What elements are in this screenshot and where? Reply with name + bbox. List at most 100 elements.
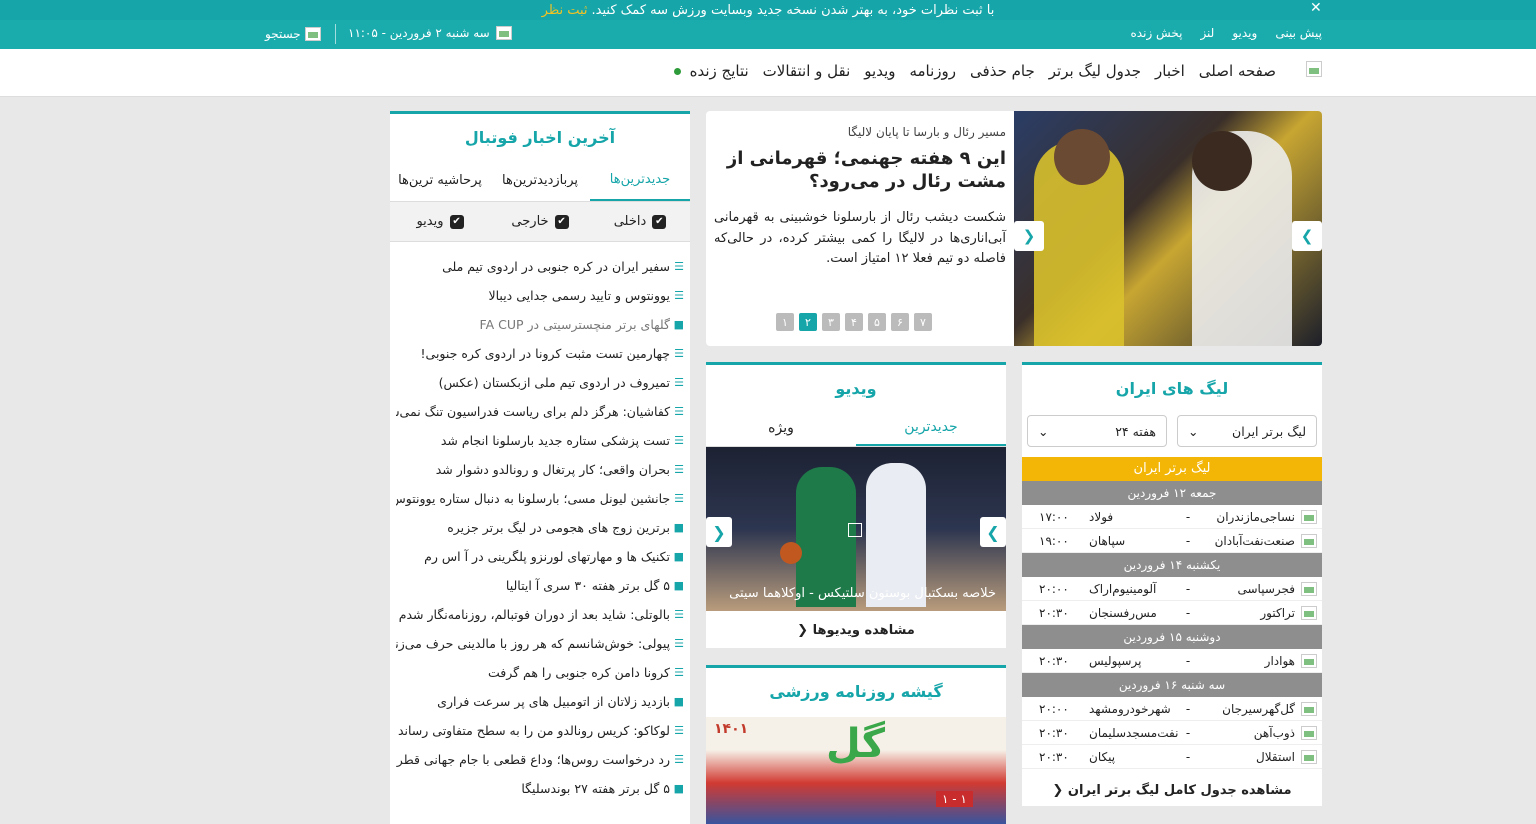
pager-dot[interactable]: ۶ bbox=[891, 313, 909, 331]
newspaper-panel-title: گیشه روزنامه ورزشی bbox=[769, 682, 943, 701]
news-list-item[interactable]: ☰ پیولی: خوش‌شانسم که هر روز با مالدینی ح… bbox=[396, 629, 684, 658]
nav-item-newspaper[interactable]: روزنامه bbox=[909, 62, 956, 80]
chevron-left-icon: ❮ bbox=[1052, 783, 1064, 798]
top-link-live[interactable]: پخش زنده bbox=[1131, 26, 1183, 40]
nav-item-video[interactable]: ویدیو bbox=[864, 62, 895, 80]
news-list-item[interactable]: ☰ جانشین لیونل مسی؛ بارسلونا به دنبال ستا… bbox=[396, 484, 684, 513]
news-list-item[interactable]: ☰ بحران واقعی؛ کار پرتغال و رونالدو دشوار… bbox=[396, 455, 684, 484]
week-select[interactable]: هفته ۲۴ ⌄ bbox=[1027, 415, 1167, 447]
news-list-item[interactable]: ☰ تست پزشکی ستاره جدید بارسلونا انجام شد bbox=[396, 426, 684, 455]
week-select-value: هفته ۲۴ bbox=[1115, 423, 1156, 439]
date-text: سه شنبه ۲ فروردین - ۱۱:۰۵ bbox=[348, 26, 490, 40]
checkbox-checked-icon[interactable]: ✔ bbox=[554, 214, 569, 229]
featured-photo[interactable]: ❯ ❮ bbox=[1014, 111, 1322, 346]
fixture-row[interactable]: گل‌گهرسیرجان - شهرخودرومشهد ۲۰:۰۰ bbox=[1022, 697, 1322, 721]
all-videos-link[interactable]: مشاهده ویدیوها ❮ bbox=[706, 611, 1006, 638]
video-next-button[interactable]: ❯ bbox=[980, 517, 1006, 547]
top-link-video[interactable]: ویدیو bbox=[1232, 26, 1257, 40]
news-list-item[interactable]: ☰ سفیر ایران در کره جنوبی در اردوی تیم مل… bbox=[396, 252, 684, 281]
news-list-item[interactable]: ■ گلهای برتر منچسترسیتی در FA CUP bbox=[396, 310, 684, 339]
full-table-link[interactable]: مشاهده جدول کامل لیگ برتر ایران ❮ bbox=[1022, 769, 1322, 798]
nav-item-transfers[interactable]: نقل و انتقالات bbox=[763, 62, 851, 80]
news-list-item[interactable]: ☰ کفاشیان: هرگز دلم برای ریاست فدراسیون ت… bbox=[396, 397, 684, 426]
top-links: پیش بینی ویدیو لنز پخش زنده bbox=[1131, 26, 1322, 40]
newspaper-cover[interactable]: ۱۴۰۱ گل ۱ - ۱ bbox=[706, 717, 1006, 824]
leagues-panel-title: لیگ های ایران bbox=[1115, 379, 1229, 398]
tab-newest[interactable]: جدیدترین‌ها bbox=[590, 160, 690, 201]
checkbox-checked-icon[interactable]: ✔ bbox=[652, 214, 667, 229]
photo-head-left bbox=[1054, 129, 1110, 185]
pager-dot[interactable]: ۳ bbox=[822, 313, 840, 331]
pager-dot[interactable]: ۵ bbox=[868, 313, 886, 331]
news-list-item[interactable]: ☰ رد درخواست روس‌ها؛ وداع قطعی با جام جها… bbox=[396, 745, 684, 774]
live-dot-icon bbox=[673, 68, 681, 75]
pager-dot[interactable]: ۷ bbox=[914, 313, 932, 331]
filter-label: خارجی bbox=[511, 214, 549, 229]
checkbox-checked-icon[interactable]: ✔ bbox=[449, 214, 464, 229]
home-team: نساجی‌مازندران bbox=[1216, 509, 1295, 524]
news-list-item[interactable]: ☰ بالوتلی: شاید بعد از دوران فوتبالم، روز… bbox=[396, 600, 684, 629]
nav-item-cup[interactable]: جام حذفی bbox=[970, 62, 1035, 80]
vs-separator: - bbox=[1185, 533, 1191, 548]
video-tabs: جدیدترین ویژه bbox=[706, 409, 1006, 447]
video-caption: خلاصه بسکتبال بوستون سلتیکس - اوکلاهما س… bbox=[729, 586, 996, 601]
fixture-row[interactable]: نساجی‌مازندران - فولاد ۱۷:۰۰ bbox=[1022, 505, 1322, 529]
news-list-item[interactable]: ☰ لوکاکو: کریس رونالدو من را به سطح متفاو… bbox=[396, 716, 684, 745]
top-link-lens[interactable]: لنز bbox=[1200, 26, 1214, 40]
nav-item-live-results[interactable]: نتایج زنده bbox=[673, 62, 749, 80]
news-list-item[interactable]: ☰ تمیروف در اردوی تیم ملی ازبکستان (عکس) bbox=[396, 368, 684, 397]
news-list-item[interactable]: ■ ۵ گل برتر هفته ۲۷ بوندسلیگا bbox=[396, 774, 684, 803]
league-select[interactable]: لیگ برتر ایران ⌄ bbox=[1177, 415, 1317, 447]
video-thumbnail[interactable]: خلاصه بسکتبال بوستون سلتیکس - اوکلاهما س… bbox=[706, 447, 1006, 611]
search-button[interactable]: جستجو bbox=[265, 24, 336, 44]
tab-video-newest[interactable]: جدیدترین bbox=[856, 409, 1006, 446]
nav-item-league-table[interactable]: جدول لیگ برتر bbox=[1049, 62, 1141, 80]
news-item-title: برترین زوج های هجومی در لیگ برتر جزیره bbox=[447, 520, 670, 535]
nav-item-news[interactable]: اخبار bbox=[1155, 62, 1185, 80]
news-item-title: پیولی: خوش‌شانسم که هر روز با مالدینی حر… bbox=[396, 636, 671, 651]
news-list-item[interactable]: ■ تکنیک ها و مهارتهای لورنزو پلگرینی در آ… bbox=[396, 542, 684, 571]
pager-dot-active[interactable]: ۲ bbox=[799, 313, 817, 331]
tab-most-viewed[interactable]: پربازدیدترین‌ها bbox=[490, 160, 590, 201]
play-icon[interactable] bbox=[848, 523, 862, 537]
match-time: ۲۰:۰۰ bbox=[1039, 581, 1069, 596]
feedback-link[interactable]: ثبت نظر bbox=[542, 3, 588, 18]
top-link-predict[interactable]: پیش بینی bbox=[1275, 26, 1322, 40]
close-icon[interactable]: ✕ bbox=[1310, 0, 1322, 16]
site-logo[interactable] bbox=[1306, 61, 1322, 77]
match-time: ۲۰:۳۰ bbox=[1039, 725, 1069, 740]
fixture-row[interactable]: تراکتور - مس‌رفسنجان ۲۰:۳۰ bbox=[1022, 601, 1322, 625]
featured-title[interactable]: این ۹ هفته جهنمی؛ قهرمانی از مشت رئال در… bbox=[714, 147, 1006, 194]
news-list-item[interactable]: ■ برترین زوج های هجومی در لیگ برتر جزیره bbox=[396, 513, 684, 542]
news-list-item[interactable]: ■ ۵ گل برتر هفته ۳۰ سری آ ایتالیا bbox=[396, 571, 684, 600]
cover-score: ۱ - ۱ bbox=[936, 791, 973, 807]
tab-most-controversial[interactable]: پرحاشیه ترین‌ها bbox=[390, 160, 490, 201]
news-item-title: چهارمین تست مثبت کرونا در اردوی کره جنوب… bbox=[420, 346, 670, 361]
away-team: سپاهان bbox=[1089, 533, 1126, 548]
article-icon: ☰ bbox=[674, 289, 684, 302]
article-icon: ☰ bbox=[674, 492, 684, 505]
slider-next-button[interactable]: ❯ bbox=[1292, 221, 1322, 251]
nav-item-home[interactable]: صفحه اصلی bbox=[1199, 62, 1276, 80]
fixture-row[interactable]: استقلال - پیکان ۲۰:۳۰ bbox=[1022, 745, 1322, 769]
news-list-item[interactable]: ■ بازدید زلاتان از اتومبیل های پر سرعت فر… bbox=[396, 687, 684, 716]
video-icon: ■ bbox=[673, 521, 684, 534]
news-list-item[interactable]: ☰ کرونا دامن کره جنوبی را هم گرفت bbox=[396, 658, 684, 687]
video-prev-button[interactable]: ❮ bbox=[706, 517, 732, 547]
filter-video[interactable]: ✔ ویدیو bbox=[390, 202, 490, 241]
fixture-row[interactable]: هوادار - پرسپولیس ۲۰:۳۰ bbox=[1022, 649, 1322, 673]
news-list-item[interactable]: ☰ یوونتوس و تایید رسمی جدایی دیبالا bbox=[396, 281, 684, 310]
slider-prev-button[interactable]: ❮ bbox=[1014, 221, 1044, 251]
fixture-row[interactable]: صنعت‌نفت‌آبادان - سپاهان ۱۹:۰۰ bbox=[1022, 529, 1322, 553]
filter-domestic[interactable]: ✔ داخلی bbox=[590, 202, 690, 241]
vs-separator: - bbox=[1185, 653, 1191, 668]
fixture-row[interactable]: فجرسپاسی - آلومینیوم‌اراک ۲۰:۰۰ bbox=[1022, 577, 1322, 601]
pager-dot[interactable]: ۴ bbox=[845, 313, 863, 331]
pager-dot[interactable]: ۱ bbox=[776, 313, 794, 331]
video-icon: ■ bbox=[673, 782, 684, 795]
filter-foreign[interactable]: ✔ خارجی bbox=[490, 202, 590, 241]
news-list-item[interactable]: ☰ چهارمین تست مثبت کرونا در اردوی کره جنو… bbox=[396, 339, 684, 368]
fixture-row[interactable]: ذوب‌آهن - نفت‌مسجدسلیمان ۲۰:۳۰ bbox=[1022, 721, 1322, 745]
tab-video-featured[interactable]: ویژه bbox=[706, 409, 856, 446]
team-logo-icon bbox=[1301, 653, 1317, 668]
